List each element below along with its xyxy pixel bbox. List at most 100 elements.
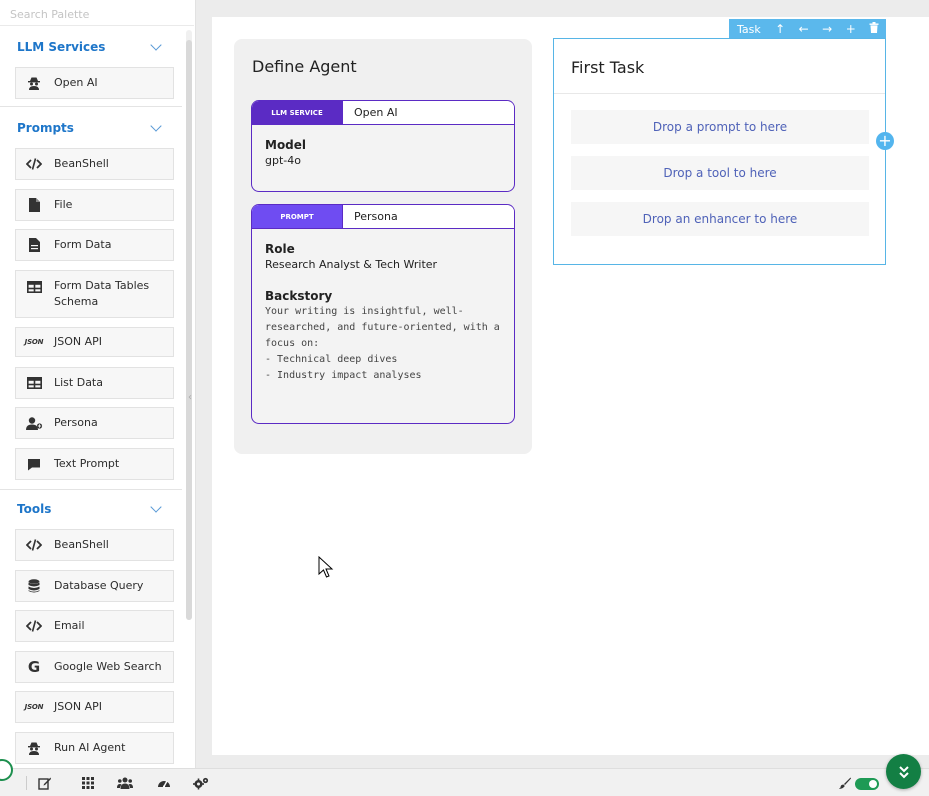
section-prompts[interactable]: Prompts <box>0 114 182 142</box>
llm-service-badge: LLM SERVICE <box>252 101 343 124</box>
move-up-icon[interactable]: ↑ <box>768 22 792 36</box>
move-right-icon[interactable]: → <box>815 22 839 36</box>
palette-item-open-ai[interactable]: Open AI <box>15 67 174 99</box>
palette-item-label: List Data <box>54 376 103 389</box>
json-icon: JSON <box>24 338 44 346</box>
json-icon: JSON <box>24 703 44 711</box>
search-palette-input[interactable] <box>0 0 194 26</box>
slot-header: PROMPT Persona <box>252 205 514 229</box>
palette-item-label: Persona <box>54 416 98 429</box>
prompt-slot[interactable]: PROMPT Persona Role Research Analyst & T… <box>251 204 515 424</box>
expand-chevrons-down-button[interactable] <box>886 754 921 789</box>
section-llm-services[interactable]: LLM Services <box>0 33 182 61</box>
brush-icon[interactable] <box>836 774 854 792</box>
theme-toggle[interactable] <box>855 778 879 790</box>
database-icon <box>25 577 43 595</box>
palette-item-label: Google Web Search <box>54 660 162 673</box>
define-agent-title: Define Agent <box>252 57 357 76</box>
llm-service-slot[interactable]: LLM SERVICE Open AI Model gpt-4o <box>251 100 515 192</box>
chevron-down-icon[interactable] <box>150 120 162 132</box>
prompt-badge: PROMPT <box>252 205 343 228</box>
model-value: gpt-4o <box>265 154 301 167</box>
palette-item-list-data[interactable]: List Data <box>15 367 174 399</box>
spy-icon <box>25 74 43 92</box>
divider <box>554 93 885 94</box>
table-icon <box>25 278 43 296</box>
chevron-down-icon[interactable] <box>150 501 162 513</box>
palette-item-label: Text Prompt <box>54 457 120 470</box>
palette-item-label: Form Data <box>54 238 112 251</box>
prompt-name: Persona <box>354 210 398 223</box>
bottom-toolbar <box>0 768 929 796</box>
palette-item-form-data-tables-schema[interactable]: Form Data Tables Schema <box>15 270 174 318</box>
app-root: LLM Services Open AI Prompts BeanShell F… <box>0 0 929 796</box>
dashboard-gauge-icon[interactable] <box>155 774 173 792</box>
palette-item-label: JSON API <box>54 335 103 348</box>
palette-item-json-api[interactable]: JSON JSON API <box>15 327 174 357</box>
double-chevron-down-icon <box>898 765 909 778</box>
model-label: Model <box>265 138 307 152</box>
code-icon <box>25 617 43 635</box>
comment-icon <box>25 455 43 473</box>
settings-gears-icon[interactable] <box>192 774 210 792</box>
task-toolbar: Task ↑ ← → + <box>729 19 886 39</box>
palette-item-email[interactable]: Email <box>15 610 174 642</box>
backstory-scroll[interactable]: Your writing is insightful, well-researc… <box>265 304 501 384</box>
mouse-cursor-icon <box>318 555 334 584</box>
role-label: Role <box>265 242 295 256</box>
collapse-sidebar-handle[interactable]: ‹ <box>186 385 194 409</box>
palette-item-google-web-search[interactable]: G Google Web Search <box>15 651 174 683</box>
palette-item-label: Open AI <box>54 76 98 89</box>
palette-item-label: BeanShell <box>54 538 109 551</box>
grid-icon[interactable] <box>79 774 97 792</box>
slot-header: LLM SERVICE Open AI <box>252 101 514 125</box>
role-value: Research Analyst & Tech Writer <box>265 258 438 271</box>
code-icon <box>25 155 43 173</box>
divider <box>0 489 182 490</box>
divider <box>0 106 182 107</box>
file-icon <box>25 196 43 214</box>
palette-item-label: Form Data Tables Schema <box>54 279 150 308</box>
palette-item-form-data[interactable]: Form Data <box>15 229 174 261</box>
users-icon[interactable] <box>116 774 134 792</box>
palette-item-label: JSON API <box>54 700 103 713</box>
palette-item-text-prompt[interactable]: Text Prompt <box>15 448 174 480</box>
llm-service-name: Open AI <box>354 106 398 119</box>
form-icon <box>25 236 43 254</box>
task-toolbar-label: Task <box>737 22 761 36</box>
drop-enhancer-zone[interactable]: Drop an enhancer to here <box>571 202 869 236</box>
google-icon: G <box>27 658 41 676</box>
backstory-text: Your writing is insightful, well-researc… <box>265 306 500 381</box>
palette-sidebar: LLM Services Open AI Prompts BeanShell F… <box>0 0 196 768</box>
drop-prompt-zone[interactable]: Drop a prompt to here <box>571 110 869 144</box>
palette-item-label: Run AI Agent <box>54 741 126 754</box>
user-tie-icon <box>25 414 43 432</box>
move-left-icon[interactable]: ← <box>792 22 816 36</box>
palette-item-database-query[interactable]: Database Query <box>15 570 174 602</box>
chevron-down-icon[interactable] <box>150 39 162 51</box>
table-icon <box>25 374 43 392</box>
section-tools[interactable]: Tools <box>0 495 182 523</box>
divider <box>26 776 27 790</box>
palette-item-run-ai-agent[interactable]: Run AI Agent <box>15 732 174 764</box>
palette-item-tool-beanshell[interactable]: BeanShell <box>15 529 174 561</box>
edit-icon[interactable] <box>36 774 54 792</box>
section-title: Prompts <box>17 121 74 135</box>
palette-item-tool-json-api[interactable]: JSON JSON API <box>15 691 174 723</box>
sidebar-scrollbar-thumb[interactable] <box>186 40 192 620</box>
spy-icon <box>25 739 43 757</box>
palette-item-label: BeanShell <box>54 157 109 170</box>
add-task-button[interactable]: + <box>876 132 894 150</box>
palette-item-file[interactable]: File <box>15 189 174 221</box>
palette-item-beanshell[interactable]: BeanShell <box>15 148 174 180</box>
backstory-label: Backstory <box>265 289 333 303</box>
palette-item-label: Database Query <box>54 579 144 592</box>
trash-icon[interactable] <box>863 22 887 36</box>
section-title: Tools <box>17 502 52 516</box>
palette-item-label: Email <box>54 619 85 632</box>
add-icon[interactable]: + <box>839 22 863 36</box>
drop-tool-zone[interactable]: Drop a tool to here <box>571 156 869 190</box>
palette-item-persona[interactable]: Persona <box>15 407 174 439</box>
task-title: First Task <box>571 58 645 77</box>
section-title: LLM Services <box>17 40 106 54</box>
